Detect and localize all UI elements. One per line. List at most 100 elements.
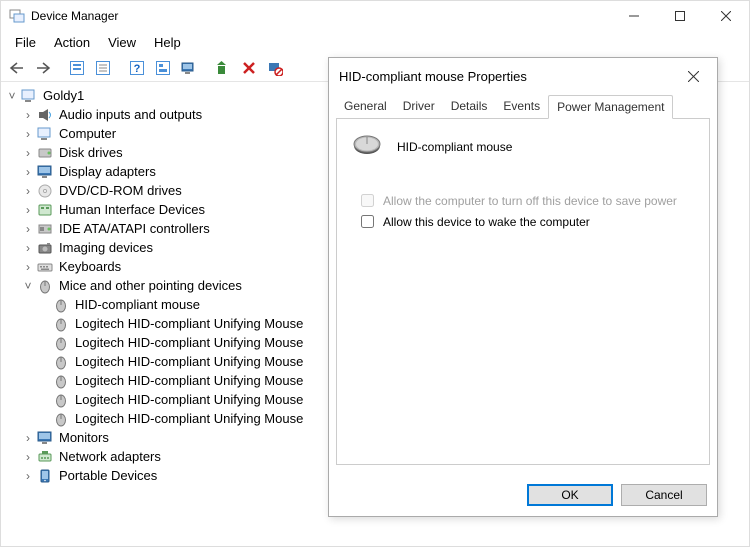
chevron-icon[interactable]: › [21,450,35,464]
help-icon[interactable]: ? [125,57,149,79]
tab-panel: HID-compliant mouse Allow the computer t… [336,119,710,465]
tree-root-label: Goldy1 [41,88,84,103]
ok-button[interactable]: OK [527,484,613,506]
app-icon [9,8,25,24]
svg-text:?: ? [134,63,141,75]
chevron-icon[interactable]: › [21,165,35,179]
tree-node-label: Network adapters [57,449,161,464]
properties-dialog: HID-compliant mouse Properties General D… [328,57,718,517]
mouse-icon [53,297,69,313]
tree-node-label: Mice and other pointing devices [57,278,242,293]
dialog-title: HID-compliant mouse Properties [339,69,527,84]
wake-computer-label: Allow this device to wake the computer [383,215,590,229]
menu-view[interactable]: View [100,33,144,52]
keyboard-icon [37,259,53,275]
device-header: HID-compliant mouse [351,133,695,160]
hid-icon [37,202,53,218]
chevron-icon[interactable]: › [21,469,35,483]
dvd-icon [37,183,53,199]
option-save-power: Allow the computer to turn off this devi… [351,190,695,211]
chevron-down-icon[interactable]: ˅ [5,89,19,103]
scan-hardware-icon[interactable] [177,57,201,79]
monitor-icon [37,430,53,446]
audio-icon [37,107,53,123]
display-icon [37,164,53,180]
dialog-tabs: General Driver Details Events Power Mana… [336,94,710,119]
back-button[interactable] [5,57,29,79]
option-wake-computer[interactable]: Allow this device to wake the computer [351,211,695,232]
tree-node-label: Computer [57,126,116,141]
disable-icon[interactable] [263,57,287,79]
show-hidden-icon[interactable] [65,57,89,79]
action-icon[interactable] [151,57,175,79]
mouse-icon [53,392,69,408]
tree-node-label: DVD/CD-ROM drives [57,183,182,198]
tree-node-label: Keyboards [57,259,121,274]
save-power-label: Allow the computer to turn off this devi… [383,194,677,208]
dialog-titlebar: HID-compliant mouse Properties [329,58,717,94]
chevron-icon[interactable]: › [21,260,35,274]
dialog-close-button[interactable] [673,61,713,91]
cancel-button[interactable]: Cancel [621,484,707,506]
tree-node-label: Imaging devices [57,240,153,255]
tab-driver[interactable]: Driver [395,95,443,119]
forward-button[interactable] [31,57,55,79]
chevron-icon[interactable]: › [21,241,35,255]
uninstall-icon[interactable] [237,57,261,79]
tree-leaf-label: Logitech HID-compliant Unifying Mouse [73,373,303,388]
tree-node-label: Portable Devices [57,468,157,483]
computer-icon [37,126,53,142]
chevron-icon[interactable]: › [21,146,35,160]
mouse-icon [351,133,383,160]
tree-node-label: Display adapters [57,164,156,179]
tree-leaf-label: Logitech HID-compliant Unifying Mouse [73,335,303,350]
chevron-icon[interactable]: › [21,127,35,141]
update-driver-icon[interactable] [211,57,235,79]
ide-icon [37,221,53,237]
portable-icon [37,468,53,484]
properties-icon[interactable] [91,57,115,79]
chevron-icon[interactable]: › [21,184,35,198]
mouse-icon [37,278,53,294]
menu-action[interactable]: Action [46,33,98,52]
tree-node-label: IDE ATA/ATAPI controllers [57,221,210,236]
mouse-icon [53,373,69,389]
tree-node-label: Audio inputs and outputs [57,107,202,122]
tree-leaf-label: Logitech HID-compliant Unifying Mouse [73,316,303,331]
disk-icon [37,145,53,161]
menu-file[interactable]: File [7,33,44,52]
dialog-buttons: OK Cancel [527,484,707,506]
network-icon [37,449,53,465]
chevron-icon[interactable]: ˅ [21,279,35,293]
chevron-icon[interactable]: › [21,431,35,445]
window-controls [611,1,749,31]
tree-node-label: Disk drives [57,145,123,160]
tab-events[interactable]: Events [495,95,548,119]
tab-general[interactable]: General [336,95,395,119]
tree-node-label: Monitors [57,430,109,445]
tab-power-management[interactable]: Power Management [548,95,673,119]
chevron-icon[interactable]: › [21,203,35,217]
chevron-icon[interactable]: › [21,108,35,122]
save-power-checkbox [361,194,374,207]
computer-icon [21,88,37,104]
mouse-icon [53,411,69,427]
tree-leaf-label: Logitech HID-compliant Unifying Mouse [73,354,303,369]
imaging-icon [37,240,53,256]
mouse-icon [53,335,69,351]
tree-leaf-label: Logitech HID-compliant Unifying Mouse [73,392,303,407]
maximize-button[interactable] [657,1,703,31]
window-title: Device Manager [31,9,118,23]
mouse-icon [53,354,69,370]
titlebar: Device Manager [1,1,749,31]
device-manager-window: Device Manager File Action View Help ? ˅ [0,0,750,547]
menu-help[interactable]: Help [146,33,189,52]
menubar: File Action View Help [1,31,749,54]
device-name: HID-compliant mouse [397,140,512,154]
chevron-icon[interactable]: › [21,222,35,236]
minimize-button[interactable] [611,1,657,31]
close-button[interactable] [703,1,749,31]
wake-computer-checkbox[interactable] [361,215,374,228]
tree-leaf-label: HID-compliant mouse [73,297,200,312]
tab-details[interactable]: Details [443,95,496,119]
